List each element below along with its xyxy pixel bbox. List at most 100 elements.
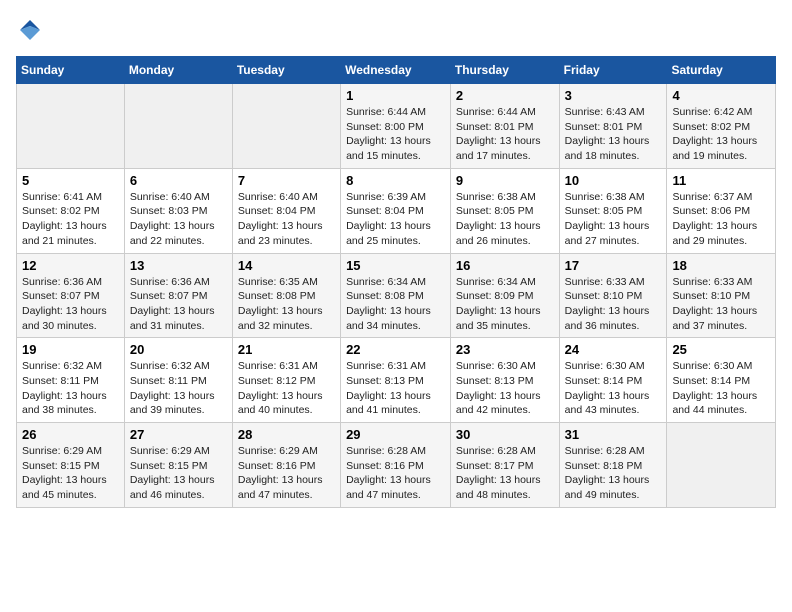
day-info: Sunrise: 6:43 AMSunset: 8:01 PMDaylight:… <box>565 105 662 164</box>
day-info: Sunrise: 6:33 AMSunset: 8:10 PMDaylight:… <box>565 275 662 334</box>
calendar-cell <box>667 423 776 508</box>
day-number: 2 <box>456 88 554 103</box>
day-info: Sunrise: 6:42 AMSunset: 8:02 PMDaylight:… <box>672 105 770 164</box>
day-number: 3 <box>565 88 662 103</box>
calendar-cell: 30 Sunrise: 6:28 AMSunset: 8:17 PMDayligh… <box>450 423 559 508</box>
day-info: Sunrise: 6:40 AMSunset: 8:03 PMDaylight:… <box>130 190 227 249</box>
day-info: Sunrise: 6:41 AMSunset: 8:02 PMDaylight:… <box>22 190 119 249</box>
day-number: 27 <box>130 427 227 442</box>
day-number: 19 <box>22 342 119 357</box>
calendar-cell: 22 Sunrise: 6:31 AMSunset: 8:13 PMDayligh… <box>341 338 451 423</box>
calendar-table: SundayMondayTuesdayWednesdayThursdayFrid… <box>16 56 776 508</box>
calendar-week-row: 5 Sunrise: 6:41 AMSunset: 8:02 PMDaylight… <box>17 168 776 253</box>
calendar-cell: 2 Sunrise: 6:44 AMSunset: 8:01 PMDaylight… <box>450 84 559 169</box>
weekday-header-sunday: Sunday <box>17 57 125 84</box>
day-info: Sunrise: 6:34 AMSunset: 8:09 PMDaylight:… <box>456 275 554 334</box>
calendar-cell: 5 Sunrise: 6:41 AMSunset: 8:02 PMDaylight… <box>17 168 125 253</box>
day-number: 4 <box>672 88 770 103</box>
calendar-cell: 24 Sunrise: 6:30 AMSunset: 8:14 PMDayligh… <box>559 338 667 423</box>
day-number: 30 <box>456 427 554 442</box>
calendar-cell: 7 Sunrise: 6:40 AMSunset: 8:04 PMDaylight… <box>232 168 340 253</box>
calendar-cell: 20 Sunrise: 6:32 AMSunset: 8:11 PMDayligh… <box>124 338 232 423</box>
calendar-cell: 26Sunrise: 6:29 AMSunset: 8:15 PMDayligh… <box>17 423 125 508</box>
day-info: Sunrise: 6:37 AMSunset: 8:06 PMDaylight:… <box>672 190 770 249</box>
day-info: Sunrise: 6:44 AMSunset: 8:00 PMDaylight:… <box>346 105 445 164</box>
day-number: 11 <box>672 173 770 188</box>
weekday-header-friday: Friday <box>559 57 667 84</box>
calendar-cell: 29 Sunrise: 6:28 AMSunset: 8:16 PMDayligh… <box>341 423 451 508</box>
calendar-cell: 23 Sunrise: 6:30 AMSunset: 8:13 PMDayligh… <box>450 338 559 423</box>
day-number: 20 <box>130 342 227 357</box>
day-info: Sunrise: 6:36 AMSunset: 8:07 PMDaylight:… <box>22 275 119 334</box>
calendar-cell <box>232 84 340 169</box>
weekday-header-saturday: Saturday <box>667 57 776 84</box>
day-info: Sunrise: 6:31 AMSunset: 8:13 PMDaylight:… <box>346 359 445 418</box>
calendar-cell: 28Sunrise: 6:29 AMSunset: 8:16 PMDayligh… <box>232 423 340 508</box>
calendar-cell: 14 Sunrise: 6:35 AMSunset: 8:08 PMDayligh… <box>232 253 340 338</box>
day-number: 12 <box>22 258 119 273</box>
calendar-cell: 18Sunrise: 6:33 AMSunset: 8:10 PMDayligh… <box>667 253 776 338</box>
day-number: 14 <box>238 258 335 273</box>
day-number: 18 <box>672 258 770 273</box>
day-number: 8 <box>346 173 445 188</box>
day-info: Sunrise: 6:29 AMSunset: 8:15 PMDaylight:… <box>130 444 227 503</box>
calendar-cell <box>124 84 232 169</box>
calendar-cell: 25 Sunrise: 6:30 AMSunset: 8:14 PMDayligh… <box>667 338 776 423</box>
day-number: 31 <box>565 427 662 442</box>
calendar-week-row: 19 Sunrise: 6:32 AMSunset: 8:11 PMDayligh… <box>17 338 776 423</box>
day-number: 25 <box>672 342 770 357</box>
page-header <box>16 16 776 44</box>
day-info: Sunrise: 6:38 AMSunset: 8:05 PMDaylight:… <box>456 190 554 249</box>
calendar-cell: 16 Sunrise: 6:34 AMSunset: 8:09 PMDayligh… <box>450 253 559 338</box>
calendar-cell: 11 Sunrise: 6:37 AMSunset: 8:06 PMDayligh… <box>667 168 776 253</box>
calendar-cell: 4 Sunrise: 6:42 AMSunset: 8:02 PMDaylight… <box>667 84 776 169</box>
calendar-cell: 3 Sunrise: 6:43 AMSunset: 8:01 PMDaylight… <box>559 84 667 169</box>
calendar-week-row: 12 Sunrise: 6:36 AMSunset: 8:07 PMDayligh… <box>17 253 776 338</box>
day-info: Sunrise: 6:44 AMSunset: 8:01 PMDaylight:… <box>456 105 554 164</box>
day-info: Sunrise: 6:32 AMSunset: 8:11 PMDaylight:… <box>130 359 227 418</box>
calendar-cell: 1 Sunrise: 6:44 AMSunset: 8:00 PMDaylight… <box>341 84 451 169</box>
calendar-cell: 15Sunrise: 6:34 AMSunset: 8:08 PMDayligh… <box>341 253 451 338</box>
logo-icon <box>16 16 44 44</box>
calendar-week-row: 26Sunrise: 6:29 AMSunset: 8:15 PMDayligh… <box>17 423 776 508</box>
day-number: 9 <box>456 173 554 188</box>
calendar-cell: 17 Sunrise: 6:33 AMSunset: 8:10 PMDayligh… <box>559 253 667 338</box>
calendar-cell: 13Sunrise: 6:36 AMSunset: 8:07 PMDayligh… <box>124 253 232 338</box>
day-info: Sunrise: 6:40 AMSunset: 8:04 PMDaylight:… <box>238 190 335 249</box>
calendar-cell: 27 Sunrise: 6:29 AMSunset: 8:15 PMDayligh… <box>124 423 232 508</box>
weekday-header-tuesday: Tuesday <box>232 57 340 84</box>
day-number: 13 <box>130 258 227 273</box>
weekday-header-monday: Monday <box>124 57 232 84</box>
calendar-cell: 8Sunrise: 6:39 AMSunset: 8:04 PMDaylight… <box>341 168 451 253</box>
day-info: Sunrise: 6:35 AMSunset: 8:08 PMDaylight:… <box>238 275 335 334</box>
day-number: 16 <box>456 258 554 273</box>
calendar-cell: 19Sunrise: 6:32 AMSunset: 8:11 PMDayligh… <box>17 338 125 423</box>
day-info: Sunrise: 6:30 AMSunset: 8:13 PMDaylight:… <box>456 359 554 418</box>
day-info: Sunrise: 6:28 AMSunset: 8:17 PMDaylight:… <box>456 444 554 503</box>
day-info: Sunrise: 6:34 AMSunset: 8:08 PMDaylight:… <box>346 275 445 334</box>
day-info: Sunrise: 6:28 AMSunset: 8:18 PMDaylight:… <box>565 444 662 503</box>
day-number: 24 <box>565 342 662 357</box>
day-info: Sunrise: 6:31 AMSunset: 8:12 PMDaylight:… <box>238 359 335 418</box>
day-number: 22 <box>346 342 445 357</box>
day-number: 29 <box>346 427 445 442</box>
weekday-header-wednesday: Wednesday <box>341 57 451 84</box>
day-number: 17 <box>565 258 662 273</box>
day-number: 1 <box>346 88 445 103</box>
calendar-week-row: 1 Sunrise: 6:44 AMSunset: 8:00 PMDaylight… <box>17 84 776 169</box>
logo <box>16 16 48 44</box>
calendar-header-row: SundayMondayTuesdayWednesdayThursdayFrid… <box>17 57 776 84</box>
day-info: Sunrise: 6:29 AMSunset: 8:15 PMDaylight:… <box>22 444 119 503</box>
day-info: Sunrise: 6:38 AMSunset: 8:05 PMDaylight:… <box>565 190 662 249</box>
calendar-cell <box>17 84 125 169</box>
day-number: 5 <box>22 173 119 188</box>
calendar-cell: 10Sunrise: 6:38 AMSunset: 8:05 PMDayligh… <box>559 168 667 253</box>
calendar-cell: 12 Sunrise: 6:36 AMSunset: 8:07 PMDayligh… <box>17 253 125 338</box>
day-info: Sunrise: 6:28 AMSunset: 8:16 PMDaylight:… <box>346 444 445 503</box>
day-number: 23 <box>456 342 554 357</box>
day-info: Sunrise: 6:30 AMSunset: 8:14 PMDaylight:… <box>672 359 770 418</box>
calendar-cell: 6Sunrise: 6:40 AMSunset: 8:03 PMDaylight… <box>124 168 232 253</box>
day-number: 7 <box>238 173 335 188</box>
weekday-header-thursday: Thursday <box>450 57 559 84</box>
day-info: Sunrise: 6:30 AMSunset: 8:14 PMDaylight:… <box>565 359 662 418</box>
